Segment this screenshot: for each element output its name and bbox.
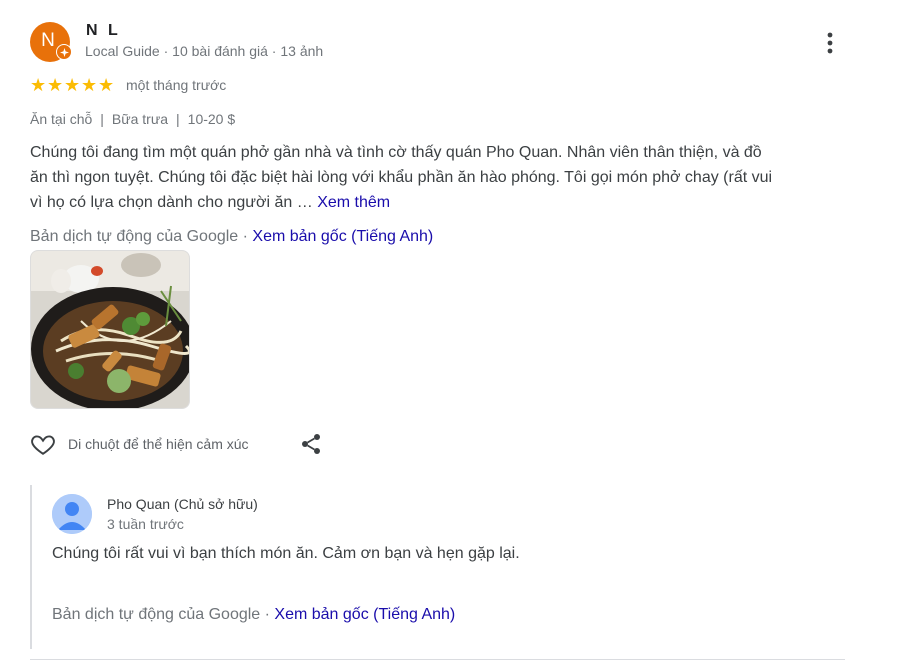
star-rating: ★ ★ ★ ★ ★ bbox=[30, 76, 115, 94]
see-more-link[interactable]: Xem thêm bbox=[317, 194, 390, 211]
translation-note: Bản dịch tự động của Google · bbox=[30, 228, 253, 245]
reply-divider bbox=[30, 485, 32, 649]
review-text-line-content: vì họ có lựa chọn dành cho người ăn … bbox=[30, 194, 313, 211]
review-text-line: ăn thì ngon tuyệt. Chúng tôi đặc biệt hà… bbox=[30, 165, 850, 190]
translation-note: Bản dịch tự động của Google · bbox=[52, 606, 275, 623]
review-text-line-content: ăn thì ngon tuyệt. Chúng tôi đặc biệt hà… bbox=[30, 169, 773, 186]
review-text-line: vì họ có lựa chọn dành cho người ăn … Xe… bbox=[30, 190, 850, 215]
review-photo[interactable] bbox=[30, 250, 190, 409]
reviewer-name[interactable]: N L bbox=[86, 22, 121, 40]
person-icon bbox=[52, 494, 92, 534]
review-text-line: Chúng tôi đang tìm một quán phở gần nhà … bbox=[30, 144, 762, 161]
reaction-hint: Di chuột để thể hiện cảm xúc bbox=[68, 436, 249, 452]
owner-translation-line: Bản dịch tự động của Google · Xem bản gố… bbox=[52, 606, 455, 624]
owner-name: Pho Quan (Chủ sở hữu) bbox=[107, 496, 258, 512]
reviewer-avatar[interactable]: N bbox=[30, 22, 72, 62]
star-icon: ★ bbox=[64, 75, 81, 95]
view-original-link[interactable]: Xem bản gốc (Tiếng Anh) bbox=[252, 228, 433, 245]
pho-bowl-image bbox=[31, 251, 189, 408]
review-tags: Ăn tại chỗ | Bữa trưa | 10-20 $ bbox=[30, 111, 235, 127]
review-divider bbox=[30, 659, 845, 660]
avatar-letter: N bbox=[41, 30, 55, 51]
tag-meal: Bữa trưa bbox=[111, 111, 169, 127]
owner-reply-time: 3 tuần trước bbox=[107, 516, 184, 532]
star-icon: ★ bbox=[98, 75, 115, 95]
star-icon: ★ bbox=[30, 75, 47, 95]
review-time: một tháng trước bbox=[126, 77, 227, 93]
share-icon[interactable] bbox=[299, 432, 323, 456]
star-icon: ★ bbox=[47, 75, 64, 95]
reviewer-meta: Local Guide · 10 bài đánh giá · 13 ảnh bbox=[85, 43, 324, 59]
heart-icon[interactable] bbox=[30, 431, 56, 457]
star-icon: ★ bbox=[81, 75, 98, 95]
owner-reply-text: Chúng tôi rất vui vì bạn thích món ăn. C… bbox=[52, 545, 520, 562]
more-vert-icon[interactable] bbox=[820, 30, 840, 56]
tag-separator: | bbox=[100, 111, 104, 127]
review-text: Chúng tôi đang tìm một quán phở gần nhà … bbox=[30, 140, 850, 249]
translation-line: Bản dịch tự động của Google · Xem bản gố… bbox=[30, 224, 850, 249]
local-guide-badge-icon bbox=[56, 44, 72, 60]
tag-separator: | bbox=[176, 111, 180, 127]
tag-price: 10-20 $ bbox=[187, 111, 236, 127]
tag-service: Ăn tại chỗ bbox=[30, 111, 93, 127]
view-original-link[interactable]: Xem bản gốc (Tiếng Anh) bbox=[274, 606, 455, 623]
